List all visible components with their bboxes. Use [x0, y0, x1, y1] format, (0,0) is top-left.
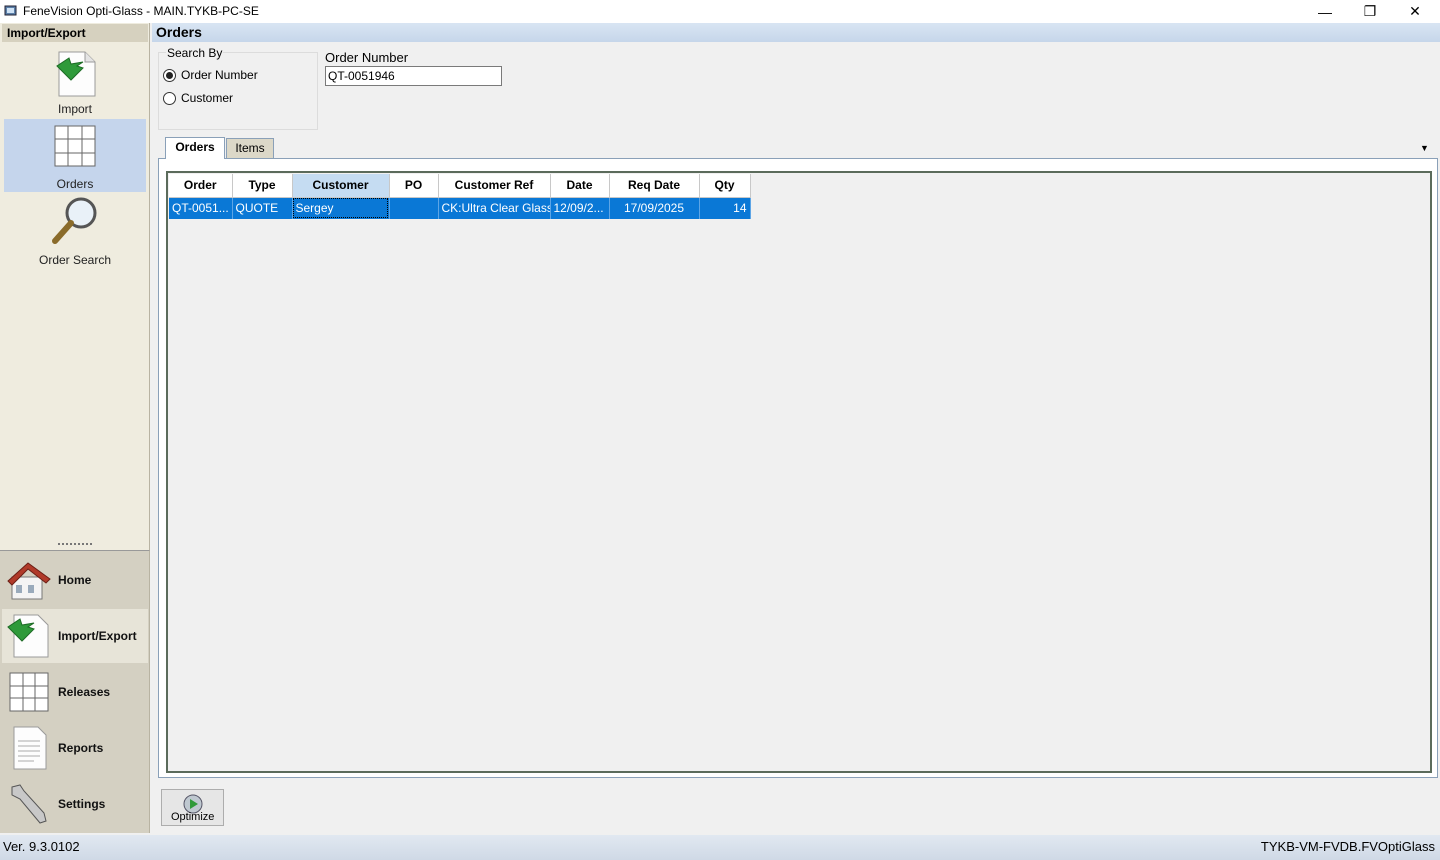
nav-item-order-search[interactable]: Order Search	[4, 193, 146, 267]
search-by-legend: Search By	[166, 46, 224, 60]
column-header-po[interactable]: PO	[389, 174, 439, 198]
window-title: FeneVision Opti-Glass - MAIN.TYKB-PC-SE	[23, 4, 259, 18]
nav-item-import[interactable]: Import	[4, 48, 146, 118]
grid-icon	[54, 125, 96, 167]
section-button-releases[interactable]: Releases	[2, 665, 148, 719]
section-button-label: Home	[58, 573, 92, 587]
nav-panel: Import/Export Import Orders Order Search	[0, 23, 150, 550]
document-icon	[13, 726, 47, 770]
cell-order[interactable]: QT-0051...	[169, 197, 233, 219]
radio-customer[interactable]	[163, 92, 176, 105]
cell-customer-ref[interactable]: CK:Ultra Clear Glass...	[438, 197, 551, 219]
cell-qty[interactable]: 14	[699, 197, 751, 219]
search-by-group: Search By Order Number Customer	[158, 46, 318, 130]
minimize-icon: —	[1318, 3, 1332, 20]
column-header-customer[interactable]: Customer	[292, 174, 390, 198]
cell-req-date[interactable]: 17/09/2025	[609, 197, 700, 219]
cell-type[interactable]: QUOTE	[232, 197, 293, 219]
order-number-label: Order Number	[325, 50, 409, 65]
page-title: Orders	[156, 24, 202, 40]
cell-customer[interactable]: Sergey	[292, 197, 390, 219]
magnifier-icon	[52, 197, 97, 244]
tab-items[interactable]: Items	[226, 138, 274, 158]
nav-splitter-handle[interactable]	[58, 543, 92, 548]
radio-customer-label[interactable]: Customer	[181, 91, 233, 105]
app-icon	[4, 5, 17, 16]
grid-icon	[9, 672, 49, 712]
close-icon: ✕	[1409, 3, 1421, 19]
section-button-settings[interactable]: Settings	[2, 777, 148, 831]
database-label: TYKB-VM-FVDB.FVOptiGlass	[1260, 839, 1435, 854]
optimize-label: Optimize	[171, 811, 215, 823]
title-bar: FeneVision Opti-Glass - MAIN.TYKB-PC-SE …	[0, 0, 1440, 23]
section-button-label: Import/Export	[58, 629, 137, 643]
orders-table: Order Type Customer PO Customer Ref Date…	[169, 174, 751, 219]
main-header: Orders	[152, 23, 1440, 42]
section-button-import-export[interactable]: Import/Export	[2, 609, 148, 663]
optimize-button[interactable]: Optimize	[161, 789, 224, 826]
column-header-order[interactable]: Order	[169, 174, 233, 198]
nav-item-label: Import	[57, 102, 92, 116]
column-header-date[interactable]: Date	[550, 174, 610, 198]
minimize-button[interactable]: —	[1302, 0, 1348, 23]
orders-grid: Order Type Customer PO Customer Ref Date…	[166, 171, 1432, 773]
column-header-type[interactable]: Type	[232, 174, 293, 198]
status-bar: Ver. 9.3.0102 TYKB-VM-FVDB.FVOptiGlass	[0, 835, 1440, 860]
cell-po[interactable]	[389, 197, 439, 219]
section-button-label: Settings	[58, 797, 106, 811]
order-number-input[interactable]	[325, 66, 502, 86]
radio-order-number-label[interactable]: Order Number	[181, 68, 258, 82]
chevron-down-icon[interactable]: ▼	[1420, 143, 1429, 153]
table-row[interactable]: QT-0051... QUOTE Sergey CK:Ultra Clear G…	[169, 197, 751, 219]
nav-panel-header: Import/Export	[2, 24, 148, 42]
close-button[interactable]: ✕	[1392, 0, 1438, 23]
section-button-label: Releases	[58, 685, 111, 699]
tab-orders[interactable]: Orders	[165, 137, 225, 159]
section-button-home[interactable]: Home	[2, 553, 148, 607]
restore-icon: ❐	[1363, 3, 1377, 19]
import-icon	[7, 614, 49, 658]
radio-order-number[interactable]	[163, 69, 176, 82]
column-header-customer-ref[interactable]: Customer Ref	[438, 174, 551, 198]
wrench-icon	[11, 784, 47, 824]
restore-button[interactable]: ❐	[1347, 0, 1393, 23]
table-header-row: Order Type Customer PO Customer Ref Date…	[169, 174, 751, 198]
column-header-qty[interactable]: Qty	[699, 174, 751, 198]
cell-date[interactable]: 12/09/2...	[550, 197, 610, 219]
section-button-label: Reports	[58, 741, 104, 755]
nav-sections: Home Import/Export Releases Reports Sett…	[0, 550, 150, 833]
house-icon	[7, 562, 51, 600]
nav-item-label: Order Search	[38, 253, 112, 267]
import-icon	[56, 51, 96, 97]
version-label: Ver. 9.3.0102	[3, 839, 80, 854]
nav-item-label: Orders	[56, 177, 94, 191]
column-header-req-date[interactable]: Req Date	[609, 174, 700, 198]
nav-item-orders[interactable]: Orders	[4, 119, 146, 192]
section-button-reports[interactable]: Reports	[2, 721, 148, 775]
